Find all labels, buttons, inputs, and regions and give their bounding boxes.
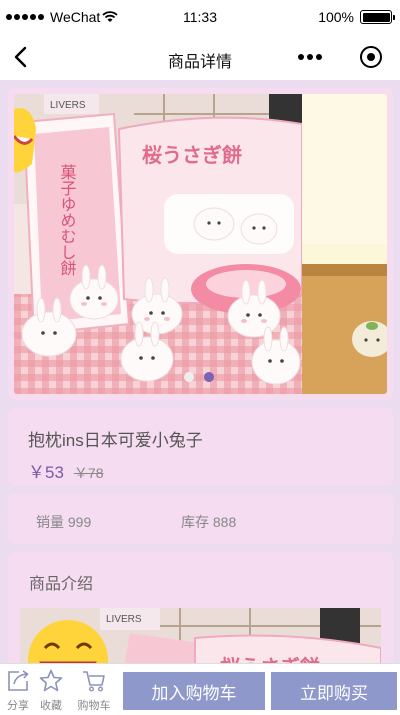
product-intro-card: 商品介绍 LIVERS 桜うさぎ餅 bbox=[8, 552, 393, 688]
svg-text:菓子ゆめむし餅: 菓子ゆめむし餅 bbox=[58, 164, 77, 276]
banner-indicator-dot[interactable] bbox=[184, 372, 194, 382]
favorite-label: 收藏 bbox=[40, 700, 62, 712]
product-name: 抱枕ins日本可爱小兔子 bbox=[28, 431, 203, 450]
miniprogram-capsule bbox=[294, 43, 382, 71]
favorite-tab[interactable]: 收藏 bbox=[33, 668, 69, 713]
cart-label: 购物车 bbox=[77, 700, 111, 712]
cart-icon bbox=[83, 671, 105, 692]
price-row: ￥53 ￥78 bbox=[28, 458, 373, 483]
bottom-action-bar: 分享 收藏 购物车 加入购物车 立即购买 bbox=[0, 663, 400, 715]
share-label: 分享 bbox=[7, 700, 29, 712]
battery-percent: 100% bbox=[318, 9, 354, 25]
nav-bar: 商品详情 bbox=[0, 34, 400, 80]
svg-text:LIVERS: LIVERS bbox=[50, 100, 86, 111]
star-icon bbox=[39, 669, 63, 692]
sales-stock-card: 销量 999 库存 888 bbox=[8, 494, 393, 544]
buy-now-button[interactable]: 立即购买 bbox=[271, 672, 397, 710]
current-price: ￥53 bbox=[28, 463, 64, 482]
banner-next-slide-image[interactable] bbox=[302, 94, 387, 394]
intro-title: 商品介绍 bbox=[29, 576, 94, 593]
close-miniprogram-icon[interactable] bbox=[360, 46, 382, 68]
battery-status: 100% bbox=[318, 9, 395, 25]
banner-swiper[interactable]: LIVERS 菓子ゆめむし餅 桜うさぎ餅 bbox=[14, 94, 387, 394]
sales-count: 销量 999 bbox=[36, 514, 92, 530]
battery-icon bbox=[360, 10, 395, 24]
product-info-card: 抱枕ins日本可爱小兔子 ￥53 ￥78 bbox=[8, 408, 393, 486]
original-price: ￥78 bbox=[73, 465, 104, 481]
svg-text:桜うさぎ餅: 桜うさぎ餅 bbox=[142, 143, 242, 167]
banner-slide-image[interactable]: LIVERS 菓子ゆめむし餅 桜うさぎ餅 bbox=[14, 94, 302, 394]
stock-count: 库存 888 bbox=[181, 514, 237, 530]
svg-text:LIVERS: LIVERS bbox=[106, 614, 142, 625]
status-bar: WeChat 11:33 100% bbox=[0, 0, 400, 34]
product-banner: LIVERS 菓子ゆめむし餅 桜うさぎ餅 bbox=[8, 88, 393, 400]
cart-tab[interactable]: 购物车 bbox=[76, 668, 112, 713]
share-tab[interactable]: 分享 bbox=[0, 668, 36, 713]
banner-indicators bbox=[184, 372, 214, 382]
share-icon bbox=[8, 670, 29, 691]
add-to-cart-button[interactable]: 加入购物车 bbox=[123, 672, 265, 710]
banner-indicator-dot[interactable] bbox=[204, 372, 214, 382]
more-options-icon[interactable] bbox=[298, 54, 322, 60]
